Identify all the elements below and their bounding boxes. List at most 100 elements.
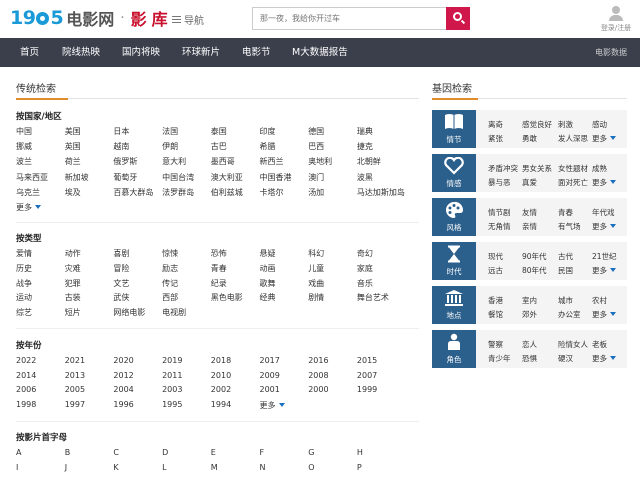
- gene-tag[interactable]: 民国: [558, 265, 573, 276]
- region-option[interactable]: 马来西亚: [16, 172, 48, 183]
- genre-option[interactable]: 综艺: [16, 307, 32, 318]
- year-option[interactable]: 1994: [211, 400, 231, 409]
- region-option[interactable]: 葡萄牙: [113, 172, 137, 183]
- region-option[interactable]: 俄罗斯: [113, 156, 137, 167]
- gene-tag[interactable]: 室内: [522, 295, 537, 306]
- nav-toggle-button[interactable]: 导航: [172, 12, 204, 27]
- year-option[interactable]: 2018: [211, 356, 231, 365]
- gene-more-link[interactable]: 更多: [592, 353, 616, 364]
- region-option[interactable]: 希腊: [260, 141, 276, 152]
- gene-more-link[interactable]: 更多: [592, 309, 616, 320]
- genre-option[interactable]: 传记: [162, 278, 178, 289]
- region-option[interactable]: 汤加: [308, 187, 324, 198]
- gene-tag[interactable]: 亲情: [522, 221, 537, 232]
- gene-tag[interactable]: 紧张: [488, 133, 503, 144]
- gene-tag[interactable]: 现代: [488, 251, 503, 262]
- year-option[interactable]: 2009: [260, 371, 280, 380]
- genre-option[interactable]: 纪录: [211, 278, 227, 289]
- genre-option[interactable]: 历史: [16, 263, 32, 274]
- region-more-link[interactable]: 更多: [16, 202, 41, 213]
- letter-option[interactable]: C: [113, 448, 119, 457]
- year-option[interactable]: 1995: [162, 400, 182, 409]
- letter-option[interactable]: F: [260, 448, 265, 457]
- gene-tag[interactable]: 80年代: [522, 265, 547, 276]
- genre-option[interactable]: 经典: [260, 292, 276, 303]
- year-option[interactable]: 2016: [308, 356, 328, 365]
- gene-tag[interactable]: 餐馆: [488, 309, 503, 320]
- region-option[interactable]: 乌克兰: [16, 187, 40, 198]
- gene-tag[interactable]: 勇敢: [522, 133, 537, 144]
- gene-tag[interactable]: 青春: [558, 207, 573, 218]
- gene-category-6[interactable]: 角色: [432, 330, 476, 368]
- genre-option[interactable]: 灾难: [65, 263, 81, 274]
- gene-tag[interactable]: 城市: [558, 295, 573, 306]
- region-option[interactable]: 中国: [16, 126, 32, 137]
- year-option[interactable]: 2000: [308, 385, 328, 394]
- year-more-link[interactable]: 更多: [260, 400, 285, 411]
- gene-category-2[interactable]: 情感: [432, 154, 476, 192]
- nav-item-now-showing[interactable]: 院线热映: [62, 38, 100, 67]
- gene-tag[interactable]: 险情女人: [558, 339, 588, 350]
- nav-item-film-festival[interactable]: 电影节: [242, 38, 271, 67]
- region-option[interactable]: 意大利: [162, 156, 186, 167]
- genre-option[interactable]: 奇幻: [357, 248, 373, 259]
- region-option[interactable]: 伊朗: [162, 141, 178, 152]
- gene-tag[interactable]: 青少年: [488, 353, 511, 364]
- region-option[interactable]: 荷兰: [65, 156, 81, 167]
- genre-option[interactable]: 网络电影: [113, 307, 145, 318]
- region-option[interactable]: 澳大利亚: [211, 172, 243, 183]
- gene-tag[interactable]: 有气场: [558, 221, 581, 232]
- year-option[interactable]: 1996: [113, 400, 133, 409]
- gene-category-1[interactable]: 情节: [432, 110, 476, 148]
- gene-tag[interactable]: 古代: [558, 251, 573, 262]
- region-option[interactable]: 中国香港: [260, 172, 292, 183]
- genre-option[interactable]: 励志: [162, 263, 178, 274]
- genre-option[interactable]: 短片: [65, 307, 81, 318]
- genre-option[interactable]: 戏曲: [308, 278, 324, 289]
- region-option[interactable]: 挪威: [16, 141, 32, 152]
- region-option[interactable]: 奥地利: [308, 156, 332, 167]
- region-option[interactable]: 波黑: [357, 172, 373, 183]
- gene-tag[interactable]: 矛盾冲突: [488, 163, 518, 174]
- genre-option[interactable]: 儿童: [308, 263, 324, 274]
- gene-tag[interactable]: 远古: [488, 265, 503, 276]
- region-option[interactable]: 巴西: [308, 141, 324, 152]
- gene-tag[interactable]: 年代戏: [592, 207, 615, 218]
- gene-category-3[interactable]: 风格: [432, 198, 476, 236]
- gene-tag[interactable]: 香港: [488, 295, 503, 306]
- genre-option[interactable]: 西部: [162, 292, 178, 303]
- gene-more-link[interactable]: 更多: [592, 133, 616, 144]
- year-option[interactable]: 2007: [357, 371, 377, 380]
- genre-option[interactable]: 文艺: [113, 278, 129, 289]
- year-option[interactable]: 2021: [65, 356, 85, 365]
- year-option[interactable]: 2020: [113, 356, 133, 365]
- login-register-link[interactable]: 登录/注册: [598, 6, 634, 33]
- region-option[interactable]: 波兰: [16, 156, 32, 167]
- region-option[interactable]: 伯利兹城: [211, 187, 243, 198]
- letter-option[interactable]: L: [162, 463, 166, 472]
- gene-tag[interactable]: 警察: [488, 339, 503, 350]
- region-option[interactable]: 瑞典: [357, 126, 373, 137]
- year-option[interactable]: 2002: [211, 385, 231, 394]
- gene-tag[interactable]: 90年代: [522, 251, 547, 262]
- gene-tag[interactable]: 硬汉: [558, 353, 573, 364]
- region-option[interactable]: 新西兰: [260, 156, 284, 167]
- genre-option[interactable]: 爱情: [16, 248, 32, 259]
- gene-tag[interactable]: 刺激: [558, 119, 573, 130]
- gene-tag[interactable]: 面对死亡: [558, 177, 588, 188]
- region-option[interactable]: 卡塔尔: [260, 187, 284, 198]
- gene-more-link[interactable]: 更多: [592, 265, 616, 276]
- gene-tag[interactable]: 女性题材: [558, 163, 588, 174]
- year-option[interactable]: 2005: [65, 385, 85, 394]
- gene-tag[interactable]: 情节剧: [488, 207, 511, 218]
- genre-option[interactable]: 家庭: [357, 263, 373, 274]
- year-option[interactable]: 2008: [308, 371, 328, 380]
- gene-tag[interactable]: 感觉良好: [522, 119, 552, 130]
- region-option[interactable]: 百慕大群岛: [113, 187, 153, 198]
- gene-tag[interactable]: 恐惧: [522, 353, 537, 364]
- year-option[interactable]: 2022: [16, 356, 36, 365]
- gene-tag[interactable]: 男女关系: [522, 163, 552, 174]
- region-option[interactable]: 捷克: [357, 141, 373, 152]
- nav-item-coming-soon[interactable]: 国内将映: [122, 38, 160, 67]
- gene-tag[interactable]: 友情: [522, 207, 537, 218]
